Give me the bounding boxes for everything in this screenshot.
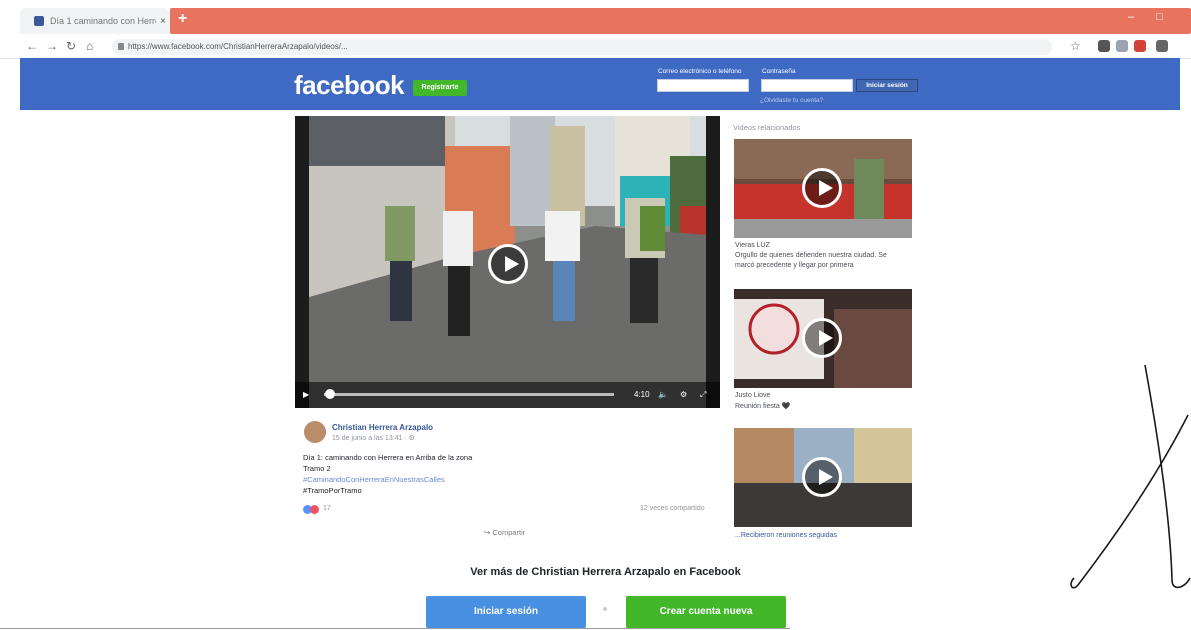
home-icon[interactable]: ⌂ xyxy=(86,39,93,53)
header-login-button[interactable]: Iniciar sesión xyxy=(856,79,918,92)
related-videos-heading: Videos relacionados xyxy=(733,123,801,132)
email-field[interactable] xyxy=(657,79,749,92)
back-icon[interactable]: ← xyxy=(26,39,38,53)
play-button[interactable] xyxy=(802,168,842,208)
browser-tab[interactable]: Día 1 caminando con Herrera... × xyxy=(20,8,170,34)
fullscreen-icon[interactable]: ⤢ xyxy=(700,390,706,400)
post-text-line: Tramo 2 xyxy=(303,464,331,473)
register-button[interactable]: Registrarte xyxy=(413,80,467,96)
love-icon xyxy=(310,505,319,514)
close-tab-icon[interactable]: × xyxy=(156,16,170,27)
tab-title: Día 1 caminando con Herrera... xyxy=(50,16,156,26)
related-video-thumbnail[interactable] xyxy=(734,289,912,388)
create-account-button[interactable]: Crear cuenta nueva xyxy=(626,596,786,628)
video-player[interactable] xyxy=(295,116,720,408)
video-time: 4:10 xyxy=(634,390,650,399)
maximize-icon[interactable]: □ xyxy=(1156,11,1163,23)
lock-icon xyxy=(118,43,124,50)
progress-handle[interactable] xyxy=(324,389,335,399)
related-video-title[interactable]: Justo Liove xyxy=(735,392,770,399)
email-label: Correo electrónico o teléfono xyxy=(658,68,742,75)
see-more-prompt: Ver más de Christian Herrera Arzapalo en… xyxy=(0,566,1191,578)
hashtag-link[interactable]: #CaminandoConHerreraEnNuestrasCalles xyxy=(303,475,445,484)
related-video-description: Reunión fiesta 🖤 xyxy=(735,403,791,410)
reload-icon[interactable]: ↻ xyxy=(66,39,76,53)
play-button[interactable] xyxy=(802,457,842,497)
share-label: Compartir xyxy=(492,528,526,537)
extension-icon[interactable] xyxy=(1116,40,1128,52)
new-tab-icon[interactable]: + xyxy=(178,11,192,27)
settings-icon[interactable]: ⚙ xyxy=(680,390,687,399)
play-control-icon[interactable]: ▶ xyxy=(303,390,309,399)
login-button[interactable]: Iniciar sesión xyxy=(426,596,586,628)
star-icon[interactable]: ☆ xyxy=(1070,39,1081,53)
share-count[interactable]: 12 veces compartido xyxy=(640,505,705,512)
password-label: Contraseña xyxy=(762,68,796,75)
bottom-divider xyxy=(0,628,790,629)
related-video-description: Orgullo de quienes defienden nuestra ciu… xyxy=(735,252,887,259)
forgot-account-link[interactable]: ¿Olvidaste tu cuenta? xyxy=(760,97,823,104)
see-more-text: Ver más de Christian Herrera Arzapalo en… xyxy=(470,566,741,578)
tab-strip-bar xyxy=(170,8,1191,34)
related-video-thumbnail[interactable] xyxy=(734,139,912,238)
facebook-favicon-icon xyxy=(34,16,44,26)
video-progress-bar[interactable] xyxy=(324,393,614,396)
password-field[interactable] xyxy=(761,79,853,92)
hashtag-link[interactable]: #TramoPorTramo xyxy=(303,486,362,495)
related-video-title[interactable]: Vieras LUZ xyxy=(735,242,770,249)
page-name-link[interactable]: Christian Herrera Arzapalo xyxy=(332,423,433,432)
extension-icon[interactable] xyxy=(1134,40,1146,52)
related-video-thumbnail[interactable] xyxy=(734,428,912,527)
post-timestamp[interactable]: 15 de junio a las 13:41 · ⚙ xyxy=(332,434,415,442)
play-button[interactable] xyxy=(488,244,528,284)
volume-icon[interactable]: 🔈 xyxy=(658,390,668,399)
extension-icon[interactable] xyxy=(1156,40,1168,52)
post-text-line: Día 1: caminando con Herrera en Arriba d… xyxy=(303,453,473,462)
minimize-icon[interactable]: – xyxy=(1128,11,1134,23)
share-button[interactable]: ↪ Compartir xyxy=(484,528,525,537)
related-video-title[interactable]: ...Recibieron reuniones seguidas xyxy=(735,532,837,539)
extension-icon[interactable] xyxy=(1098,40,1110,52)
handwritten-signature xyxy=(1070,364,1191,589)
forward-icon[interactable]: → xyxy=(46,39,58,53)
related-video-description: marcó precedente y llegar por primera xyxy=(735,262,854,269)
reactions[interactable] xyxy=(303,505,323,515)
separator-dot xyxy=(603,607,607,611)
facebook-logo[interactable]: facebook xyxy=(294,70,405,101)
facebook-header xyxy=(20,58,1180,110)
play-button[interactable] xyxy=(802,318,842,358)
avatar[interactable] xyxy=(304,421,326,443)
url-input[interactable]: https://www.facebook.com/ChristianHerrer… xyxy=(112,39,1052,55)
reaction-count[interactable]: 17 xyxy=(323,505,331,512)
